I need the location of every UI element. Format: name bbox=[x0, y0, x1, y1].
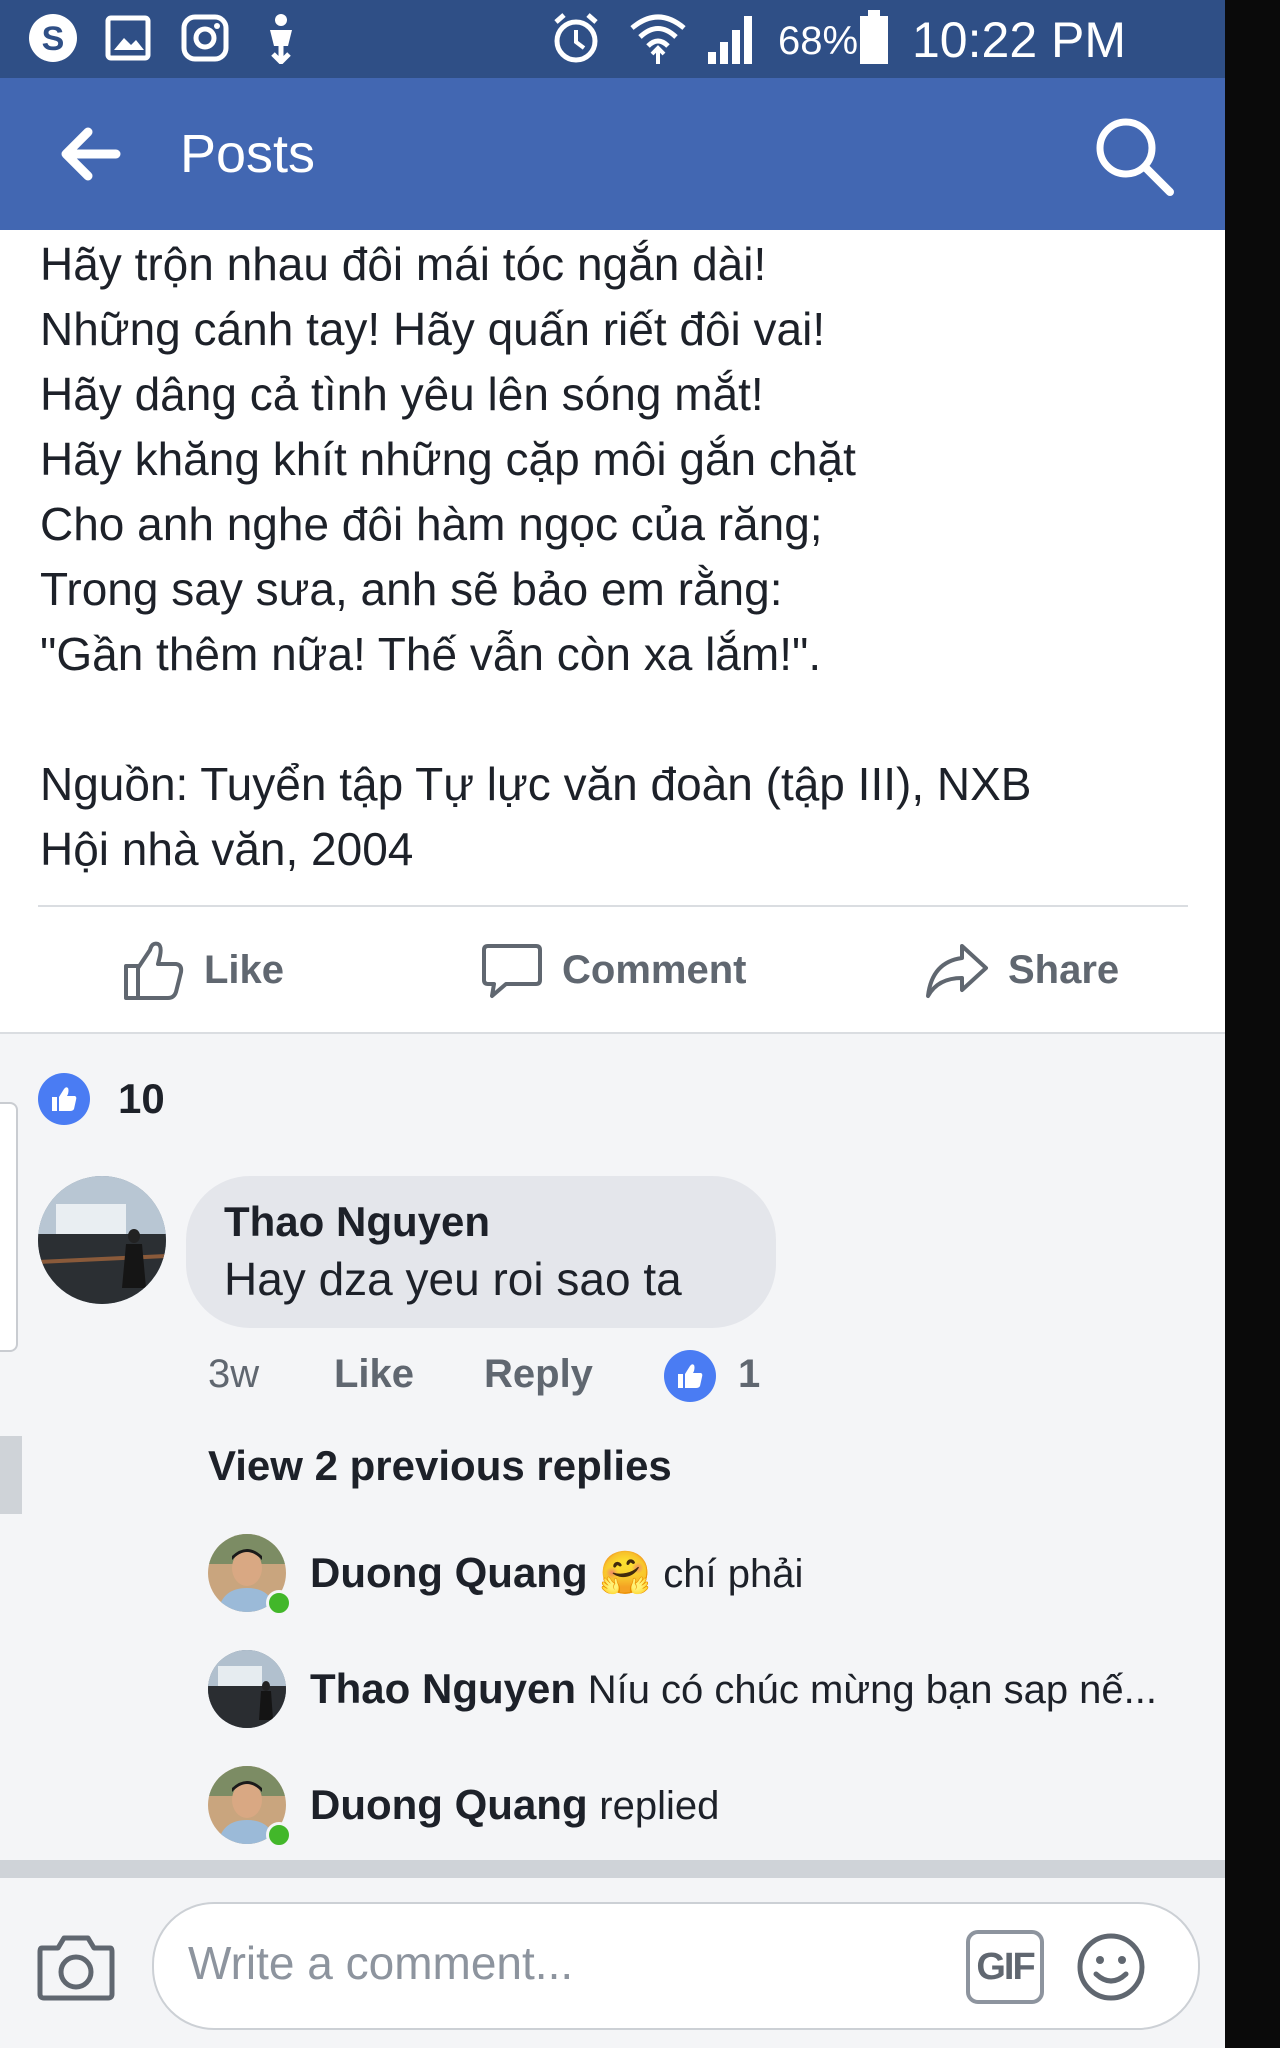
reply-body: chí phải bbox=[663, 1552, 804, 1596]
comment-author[interactable]: Thao Nguyen bbox=[224, 1198, 490, 1246]
instagram-icon bbox=[180, 10, 230, 66]
app-bar: Posts bbox=[0, 78, 1225, 230]
online-status-dot bbox=[266, 1590, 292, 1616]
gallery-icon bbox=[104, 10, 152, 66]
post-body: Hãy trộn nhau đôi mái tóc ngắn dài! Nhữn… bbox=[40, 232, 1190, 687]
status-bar: S 68% 10:22 PM bbox=[0, 0, 1225, 78]
post-actions: Like Comment Share bbox=[0, 908, 1225, 1032]
comment-bubble[interactable]: Thao Nguyen Hay dza yeu roi sao ta bbox=[186, 1176, 776, 1328]
reply-author[interactable]: Duong Quang bbox=[310, 1781, 588, 1828]
edge-marker bbox=[0, 1436, 22, 1514]
divider bbox=[0, 1860, 1225, 1878]
gif-button[interactable]: GIF bbox=[966, 1930, 1044, 2004]
comment-bubble-icon bbox=[482, 944, 542, 998]
share-button[interactable]: Share bbox=[924, 938, 1119, 1002]
download-icon bbox=[258, 10, 304, 66]
comment-composer: Write a comment... GIF bbox=[0, 1878, 1225, 2048]
comment-reply-link[interactable]: Reply bbox=[484, 1346, 593, 1402]
wifi-icon bbox=[628, 10, 688, 66]
reply-author[interactable]: Duong Quang bbox=[310, 1549, 588, 1596]
svg-text:S: S bbox=[42, 20, 65, 58]
comment-label: Comment bbox=[562, 947, 747, 992]
search-icon[interactable] bbox=[1092, 114, 1176, 198]
reaction-count: 10 bbox=[118, 1075, 165, 1122]
thumbs-up-icon bbox=[124, 941, 184, 1000]
camera-icon[interactable] bbox=[36, 1930, 116, 2002]
comment-input-placeholder: Write a comment... bbox=[188, 1937, 574, 1989]
online-status-dot bbox=[266, 1822, 292, 1848]
post-line: Hãy trộn nhau đôi mái tóc ngắn dài! bbox=[40, 238, 767, 290]
post-line: "Gần thêm nữa! Thế vẫn còn xa lắm!". bbox=[40, 628, 822, 680]
post-source-line: Hội nhà văn, 2004 bbox=[40, 823, 414, 875]
comment-button[interactable]: Comment bbox=[480, 938, 746, 1002]
hugging-emoji: 🤗 bbox=[599, 1549, 652, 1596]
screen: S 68% 10:22 PM Posts Hãy trộn nhau đôi m… bbox=[0, 0, 1225, 2048]
divider bbox=[38, 905, 1188, 907]
reply-text: Duong Quang replied bbox=[310, 1776, 719, 1835]
share-label: Share bbox=[1008, 947, 1120, 992]
reply-text: Duong Quang 🤗 chí phải bbox=[310, 1544, 803, 1603]
reply-row[interactable]: Duong Quang replied bbox=[208, 1766, 1208, 1848]
reaction-summary[interactable]: 10 bbox=[38, 1070, 165, 1128]
reply-row[interactable]: Duong Quang 🤗 chí phải bbox=[208, 1534, 1208, 1616]
like-label: Like bbox=[204, 947, 285, 992]
post-line: Hãy dâng cả tình yêu lên sóng mắt! bbox=[40, 368, 764, 420]
battery-icon bbox=[858, 10, 890, 66]
reply-author[interactable]: Thao Nguyen bbox=[310, 1665, 576, 1712]
comment-like-count: 1 bbox=[738, 1352, 761, 1396]
like-button[interactable]: Like bbox=[122, 938, 284, 1002]
screen-edge bbox=[1225, 0, 1280, 2048]
avatar[interactable] bbox=[208, 1650, 286, 1728]
comment-like-icon bbox=[664, 1350, 716, 1402]
reply-row[interactable]: Thao Nguyen Níu có chúc mừng bạn sap nế.… bbox=[208, 1650, 1208, 1728]
avatar[interactable] bbox=[38, 1176, 166, 1304]
like-reaction-icon bbox=[38, 1073, 90, 1125]
share-arrow-icon bbox=[926, 944, 988, 998]
signal-icon bbox=[706, 10, 762, 66]
view-previous-replies[interactable]: View 2 previous replies bbox=[208, 1442, 672, 1490]
comment-input[interactable]: Write a comment... GIF bbox=[152, 1902, 1200, 2030]
battery-percent: 68% bbox=[778, 19, 859, 63]
clock: 10:22 PM bbox=[912, 12, 1127, 68]
skype-icon: S bbox=[26, 10, 80, 66]
post-line: Hãy khăng khít những cặp môi gắn chặt bbox=[40, 433, 856, 485]
post-source: Nguồn: Tuyển tập Tự lực văn đoàn (tập II… bbox=[40, 752, 1190, 882]
alarm-icon bbox=[548, 10, 604, 66]
post-source-line: Nguồn: Tuyển tập Tự lực văn đoàn (tập II… bbox=[40, 758, 1032, 810]
edge-panel-handle[interactable] bbox=[0, 1102, 18, 1352]
post-line: Những cánh tay! Hãy quấn riết đôi vai! bbox=[40, 303, 826, 355]
comment-age: 3w bbox=[208, 1352, 260, 1396]
reply-text: Thao Nguyen Níu có chúc mừng bạn sap nế.… bbox=[310, 1660, 1157, 1719]
page-title: Posts bbox=[180, 124, 316, 184]
post-line: Cho anh nghe đôi hàm ngọc của răng; bbox=[40, 498, 823, 550]
comment-text: Hay dza yeu roi sao ta bbox=[224, 1253, 682, 1305]
post-line: Trong say sưa, anh sẽ bảo em rằng: bbox=[40, 563, 783, 615]
reply-body: replied bbox=[599, 1784, 720, 1828]
sticker-smiley-icon[interactable] bbox=[1076, 1932, 1146, 2002]
comment-like-link[interactable]: Like bbox=[334, 1346, 414, 1402]
back-arrow-icon[interactable] bbox=[56, 122, 126, 186]
reply-body: Níu có chúc mừng bạn sap nế... bbox=[587, 1668, 1158, 1712]
